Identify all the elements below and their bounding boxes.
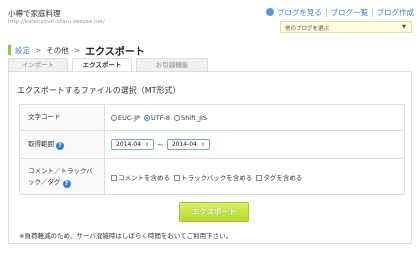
charset-radio-sjis[interactable] xyxy=(174,114,181,121)
stepper-icon: ⇕ xyxy=(200,142,206,149)
view-blog-link[interactable]: ブログを見る xyxy=(277,8,322,17)
charset-radio-euc[interactable] xyxy=(111,114,117,121)
help-icon[interactable]: ? xyxy=(62,179,71,188)
blog-select-label: 他のブログを選ぶ xyxy=(285,26,330,32)
breadcrumb-other: その他 xyxy=(46,45,69,55)
extras-options: コメントを含める トラックバックを含める タグを含める xyxy=(104,158,405,195)
include-tags-checkbox[interactable] xyxy=(256,174,263,181)
extras-label-cell: コメント／トラックバック／タグ? xyxy=(19,158,105,195)
export-form-table: 文字コード EUC-JP UTF-8 Shift_JIS 取得範囲? 2014-… xyxy=(19,104,405,195)
blog-url: http://kateiryouri-otaru.seesaa.net/ xyxy=(8,19,105,25)
range-label: 取得範囲 xyxy=(28,140,54,148)
range-row: 取得範囲? 2014-04 ⇕ 〜 2014-04 ⇕ xyxy=(19,130,405,159)
extras-label: コメント／トラックバック／タグ xyxy=(28,166,93,186)
extras-row: コメント／トラックバック／タグ? コメントを含める トラックバックを含める タグ… xyxy=(19,158,405,195)
notice-text: ※負荷軽減のため、サーバ混雑時はしばらく時間をおいてご利用下さい。 xyxy=(19,232,233,240)
header-links: ブログを見る | ブログ一覧 | ブログ作成 xyxy=(265,7,415,18)
range-selects: 2014-04 ⇕ 〜 2014-04 ⇕ xyxy=(104,130,405,159)
export-button[interactable]: エクスポート xyxy=(179,202,249,222)
charset-options: EUC-JP UTF-8 Shift_JIS xyxy=(104,104,405,131)
panel-title: エクスポートするファイルの選択（MT形式） xyxy=(17,86,181,95)
export-panel: エクスポートするファイルの選択（MT形式） 文字コード EUC-JP UTF-8… xyxy=(8,71,412,244)
breadcrumb-settings-link[interactable]: 設定 xyxy=(15,45,30,56)
blog-create-link[interactable]: ブログ作成 xyxy=(377,8,415,17)
range-from-select[interactable]: 2014-04 ⇕ xyxy=(111,139,155,151)
header: 小樽で家庭料理 http://kateiryouri-otaru.seesaa.… xyxy=(0,0,420,40)
range-to-select[interactable]: 2014-04 ⇕ xyxy=(166,139,211,151)
charset-row: 文字コード EUC-JP UTF-8 Shift_JIS xyxy=(19,104,405,131)
blog-list-link[interactable]: ブログ一覧 xyxy=(330,8,368,17)
blog-name[interactable]: 小樽で家庭料理 xyxy=(8,8,61,19)
breadcrumb: 設定 > その他 > エクスポート xyxy=(8,44,145,58)
charset-radio-utf8[interactable] xyxy=(144,114,151,121)
include-trackbacks-checkbox[interactable] xyxy=(174,174,181,181)
section-marker xyxy=(8,45,11,55)
charset-label: 文字コード xyxy=(19,104,105,131)
tab-bar: インポート エクスポート お引越機能 xyxy=(8,58,212,72)
page-title: エクスポート xyxy=(85,46,145,58)
chevron-down-icon: ▼ xyxy=(402,24,406,30)
globe-icon xyxy=(265,8,274,16)
blog-select-dropdown[interactable]: 他のブログを選ぶ ▼ xyxy=(280,21,412,33)
stepper-icon: ⇕ xyxy=(145,142,150,149)
range-label-cell: 取得範囲? xyxy=(19,130,105,159)
tab-import[interactable]: インポート xyxy=(8,58,68,71)
tab-export[interactable]: エクスポート xyxy=(72,58,132,72)
help-icon[interactable]: ? xyxy=(56,142,64,150)
tab-moving[interactable]: お引越機能 xyxy=(136,58,208,71)
include-comments-checkbox[interactable] xyxy=(111,174,117,181)
